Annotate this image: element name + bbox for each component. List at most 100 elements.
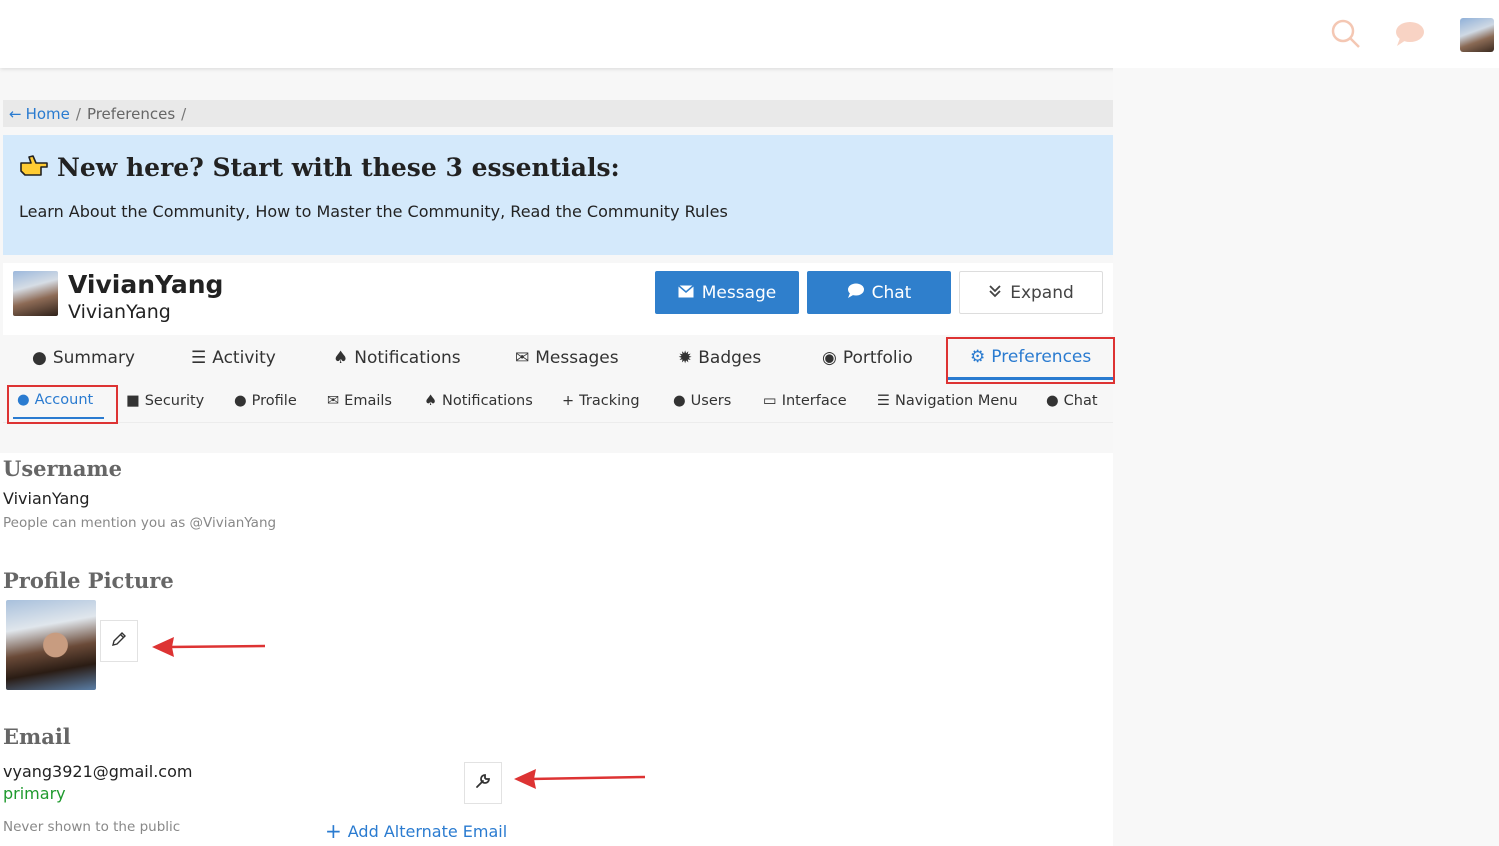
breadcrumb-current: Preferences [86, 104, 176, 123]
subtab-security[interactable]: ■ Security [126, 383, 204, 419]
edit-picture-button[interactable] [100, 620, 138, 662]
tab-portfolio[interactable]: ◉ Portfolio [822, 336, 913, 380]
user-icon: ● [17, 392, 30, 408]
tab-label: Summary [52, 348, 135, 368]
main-tabs: ● Summary ☰ Activity ♠ Notifications ✉ M… [3, 336, 1114, 382]
plus-icon: + [562, 393, 575, 409]
tab-label: Activity [212, 348, 276, 368]
subtab-account[interactable]: ● Account [13, 383, 104, 419]
envelope-icon [677, 283, 694, 303]
subtab-tracking[interactable]: + Tracking [562, 383, 640, 419]
tab-preferences[interactable]: ⚙ Preferences [948, 336, 1114, 380]
user-avatar-large [13, 271, 58, 316]
tab-summary[interactable]: ● Summary [32, 336, 135, 380]
user-card: VivianYang VivianYang Message Chat Expan… [3, 263, 1113, 335]
tab-badges[interactable]: ✹ Badges [678, 336, 761, 380]
subtab-label: Tracking [579, 393, 640, 409]
annotation-arrow-icon [514, 769, 646, 789]
breadcrumb: ← Home / Preferences / [3, 100, 1113, 127]
bell-icon: ♠ [424, 393, 437, 409]
banner-title: New here? Start with these 3 essentials: [19, 151, 620, 183]
manage-email-button[interactable] [464, 762, 502, 804]
sub-tabs: ● Account ■ Security ● Profile ✉ Emails … [3, 383, 1113, 423]
user-avatar[interactable] [1460, 18, 1494, 52]
user-icon: ● [32, 348, 47, 368]
breadcrumb-separator: / [181, 104, 187, 123]
breadcrumb-home-label: Home [25, 104, 70, 123]
search-icon[interactable] [1330, 18, 1362, 50]
chevron-double-down-icon [988, 283, 1002, 303]
annotation-arrow-icon [152, 637, 266, 657]
profile-picture-section-title: Profile Picture [3, 568, 174, 593]
pointing-hand-icon [19, 151, 49, 183]
subtab-interface[interactable]: ▭ Interface [763, 383, 847, 419]
subtab-label: Profile [251, 393, 297, 409]
gear-icon: ⚙ [970, 346, 986, 367]
welcome-banner: New here? Start with these 3 essentials:… [3, 135, 1113, 255]
expand-button[interactable]: Expand [959, 271, 1103, 314]
tab-notifications[interactable]: ♠ Notifications [333, 336, 461, 380]
palette-icon: ◉ [822, 348, 837, 368]
monitor-icon: ▭ [763, 393, 777, 409]
subtab-chat[interactable]: ● Chat [1046, 383, 1098, 419]
subtab-label: Security [144, 393, 205, 409]
envelope-icon: ✉ [327, 393, 340, 409]
subtab-navigation-menu[interactable]: ☰ Navigation Menu [877, 383, 1018, 419]
user-icon: ● [234, 393, 247, 409]
banner-title-text: New here? Start with these 3 essentials: [57, 152, 620, 182]
profile-picture [6, 600, 96, 690]
wrench-icon [475, 773, 491, 793]
list-icon: ☰ [191, 348, 207, 368]
user-handle: VivianYang [68, 301, 171, 323]
subtab-label: Account [34, 392, 94, 408]
subtab-users[interactable]: ● Users [673, 383, 731, 419]
user-name: VivianYang [68, 270, 224, 299]
top-header [0, 0, 1499, 68]
breadcrumb-home-link[interactable]: ← Home [9, 105, 70, 123]
subtab-label: Users [690, 393, 732, 409]
subtab-label: Notifications [442, 393, 533, 409]
add-alternate-email-link[interactable]: + Add Alternate Email [325, 819, 507, 843]
chat-button-label: Chat [871, 282, 912, 303]
pencil-icon [111, 631, 127, 651]
tab-label: Messages [535, 348, 619, 368]
email-section-title: Email [3, 724, 71, 749]
tab-activity[interactable]: ☰ Activity [191, 336, 276, 380]
chat-bubble-icon[interactable] [1394, 18, 1426, 50]
subtab-notifications[interactable]: ♠ Notifications [424, 383, 533, 419]
users-icon: ● [673, 393, 686, 409]
email-hint: Never shown to the public [3, 819, 181, 835]
email-value: vyang3921@gmail.com [3, 762, 193, 781]
add-email-label: Add Alternate Email [347, 821, 508, 841]
list-icon: ☰ [877, 393, 890, 409]
subtab-profile[interactable]: ● Profile [234, 383, 297, 419]
breadcrumb-separator: / [75, 104, 81, 123]
username-section-title: Username [3, 456, 123, 481]
message-button-label: Message [701, 282, 777, 303]
chat-bubble-icon [847, 283, 864, 303]
lock-icon: ■ [126, 393, 140, 409]
account-content: Username VivianYang People can mention y… [0, 453, 1113, 846]
username-hint: People can mention you as @VivianYang [3, 515, 277, 531]
tab-messages[interactable]: ✉ Messages [515, 336, 619, 380]
subtab-emails[interactable]: ✉ Emails [327, 383, 392, 419]
badge-icon: ✹ [678, 348, 693, 368]
tab-label: Portfolio [842, 348, 913, 368]
expand-button-label: Expand [1010, 282, 1074, 303]
arrow-left-icon: ← [9, 104, 22, 123]
tab-label: Badges [698, 348, 762, 368]
subtab-label: Interface [781, 393, 847, 409]
username-value: VivianYang [3, 489, 90, 508]
subtab-label: Chat [1063, 393, 1098, 409]
email-status-badge: primary [3, 784, 66, 803]
bell-icon: ♠ [333, 348, 349, 368]
right-panel [1113, 68, 1499, 846]
tab-label: Preferences [991, 346, 1092, 367]
tab-label: Notifications [354, 348, 461, 368]
envelope-icon: ✉ [515, 348, 530, 368]
message-button[interactable]: Message [655, 271, 799, 314]
banner-text[interactable]: Learn About the Community, How to Master… [19, 202, 728, 221]
subtab-label: Emails [344, 393, 392, 409]
subtab-label: Navigation Menu [895, 393, 1018, 409]
chat-button[interactable]: Chat [807, 271, 951, 314]
